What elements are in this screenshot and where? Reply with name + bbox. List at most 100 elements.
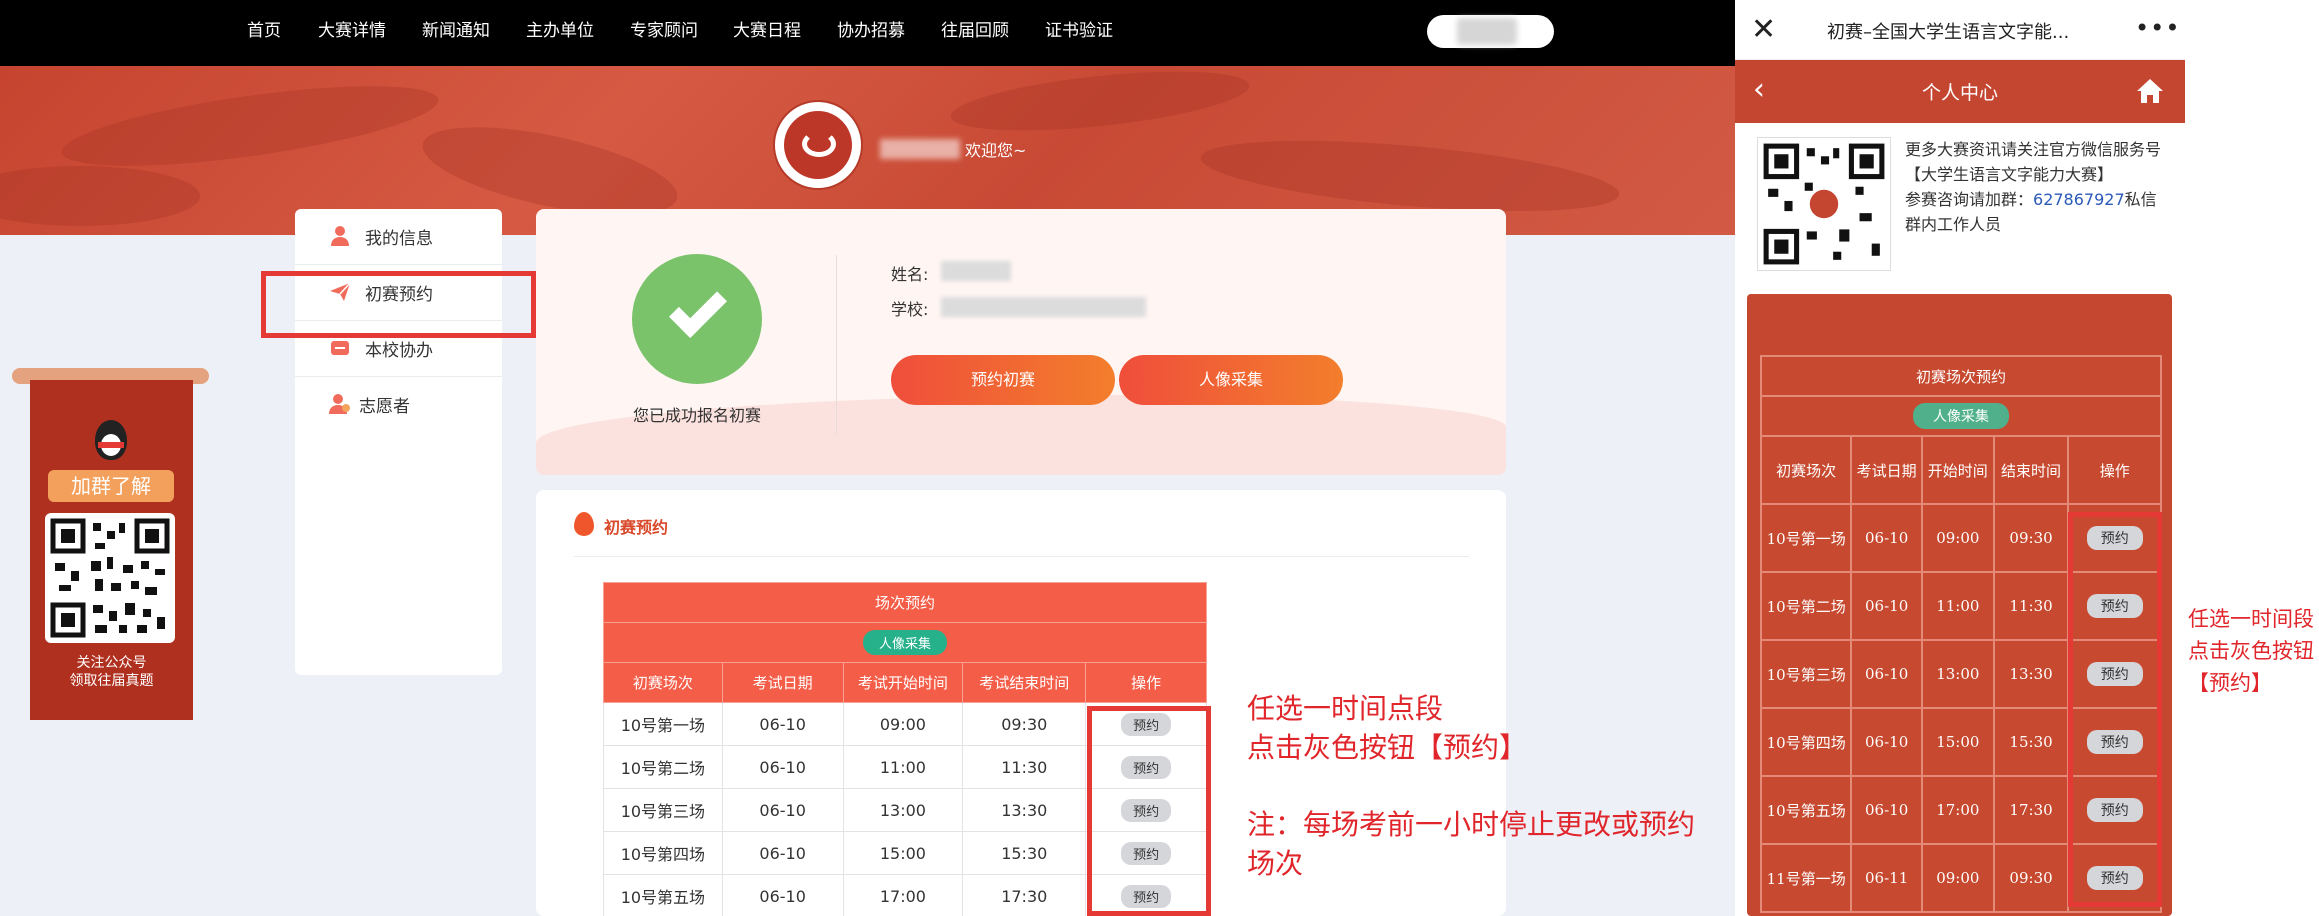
annotation-note1: 注：每场考前一小时停止更改或预约 [1247, 808, 1696, 841]
th-start: 考试开始时间 [842, 662, 964, 703]
mobile-th-action: 操作 [2067, 435, 2162, 505]
mobile-header-title: 个人中心 [1921, 82, 1998, 104]
nav-certificate-verify[interactable]: 证书验证 [1045, 0, 1113, 66]
cell-start: 11:00 [842, 745, 964, 789]
cell-session: 10号第四场 [603, 831, 723, 875]
mobile-info: 更多大赛资讯请关注官方微信服务号【大学生语言文字能力大赛】 参赛咨询请加群：62… [1905, 137, 2170, 237]
mobile-th-start: 开始时间 [1920, 435, 1995, 505]
mobile-th-session: 初赛场次 [1759, 435, 1853, 505]
cell-end: 11:30 [962, 745, 1087, 789]
cell-date: 06-10 [1850, 503, 1923, 573]
nav-contest-details[interactable]: 大赛详情 [318, 0, 386, 66]
cell-session: 10号第五场 [603, 874, 723, 916]
cell-end: 09:30 [1992, 503, 2070, 573]
cell-date: 06-10 [721, 874, 844, 916]
cell-end: 17:30 [1992, 775, 2070, 845]
annotation-line1: 任选一时间点段 [1247, 692, 1444, 725]
nav-organizers[interactable]: 主办单位 [526, 0, 594, 66]
profile-card: 您已成功报名初赛 姓名: 学校: 预约初赛 人像采集 [536, 209, 1506, 475]
name-label: 姓名: [891, 265, 929, 284]
group-number-link[interactable]: 627867927 [2033, 190, 2125, 209]
cell-end: 13:30 [962, 788, 1087, 832]
highlight-box-sidebar [261, 271, 536, 338]
nav-past-review[interactable]: 往届回顾 [941, 0, 1009, 66]
mobile-th-end: 结束时间 [1992, 435, 2070, 505]
cell-session: 10号第四场 [1759, 707, 1853, 777]
cell-session: 11号第一场 [1759, 843, 1853, 913]
cell-date: 06-11 [1850, 843, 1923, 913]
cell-end: 09:30 [1992, 843, 2070, 913]
cell-start: 17:00 [842, 874, 964, 916]
success-check-icon [632, 254, 762, 384]
cell-end: 11:30 [1992, 571, 2070, 641]
user-account-pill[interactable] [1427, 15, 1554, 48]
cell-end: 13:30 [1992, 639, 2070, 709]
nav-home[interactable]: 首页 [247, 0, 281, 66]
mobile-qr-code [1757, 137, 1891, 271]
cell-date: 06-10 [721, 702, 844, 746]
school-label: 学校: [891, 300, 929, 319]
sidebar-item-volunteer[interactable]: 志愿者 [295, 377, 502, 433]
th-end: 考试结束时间 [962, 662, 1087, 703]
mobile-highlight-box [2068, 512, 2162, 907]
right-annotation-l1: 任选一时间段 [2188, 607, 2314, 631]
volunteer-icon [329, 394, 350, 414]
mobile-window-title: 初赛–全国大学生语言文字能... [1827, 22, 2070, 43]
mobile-window: ✕ 初赛–全国大学生语言文字能... ••• ‹ 个人中心 更多大赛资讯请关注官… [1735, 0, 2185, 916]
cell-date: 06-10 [1850, 707, 1923, 777]
sidebar-label: 志愿者 [359, 397, 410, 417]
more-options-icon[interactable]: ••• [2135, 14, 2180, 42]
join-group-button[interactable]: 加群了解 [48, 470, 174, 502]
reserve-prelim-button[interactable]: 预约初赛 [891, 355, 1115, 405]
name-value-blurred [941, 261, 1011, 281]
sidebar-item-my-info[interactable]: 我的信息 [295, 209, 502, 265]
mobile-info-consult: 参赛咨询请加群： [1905, 190, 2034, 209]
cell-session: 10号第二场 [603, 745, 723, 789]
highlight-box-reserve-column [1087, 706, 1211, 916]
close-icon[interactable]: ✕ [1751, 12, 1776, 47]
th-date: 考试日期 [721, 662, 844, 703]
cell-date: 06-10 [1850, 639, 1923, 709]
annotation-line2: 点击灰色按钮【预约】 [1247, 731, 1528, 764]
cell-date: 06-10 [721, 831, 844, 875]
username-blurred [880, 139, 960, 159]
nav-schedule[interactable]: 大赛日程 [733, 0, 801, 66]
cell-start: 09:00 [842, 702, 964, 746]
registration-status: 您已成功报名初赛 [632, 406, 761, 425]
right-annotation-l2: 点击灰色按钮 [2188, 639, 2314, 663]
cell-start: 15:00 [1920, 707, 1995, 777]
cell-start: 17:00 [1920, 775, 1995, 845]
annotation-note2: 场次 [1247, 847, 1304, 880]
mobile-photo-capture-button[interactable]: 人像采集 [1913, 403, 2009, 429]
cell-start: 11:00 [1920, 571, 1995, 641]
cell-start: 09:00 [1920, 843, 1995, 913]
mobile-table-caption: 初赛场次预约 [1760, 355, 2162, 397]
school-value-blurred [941, 297, 1146, 317]
mobile-title-bar: ✕ 初赛–全国大学生语言文字能... ••• [1735, 0, 2185, 60]
mobile-th-date: 考试日期 [1850, 435, 1923, 505]
cell-end: 15:30 [1992, 707, 2070, 777]
right-annotation-area [2185, 0, 2319, 916]
cell-start: 09:00 [1920, 503, 1995, 573]
mobile-header: ‹ 个人中心 [1735, 60, 2185, 123]
nav-news[interactable]: 新闻通知 [422, 0, 490, 66]
nav-co-organizer-recruit[interactable]: 协办招募 [837, 0, 905, 66]
cell-end: 15:30 [962, 831, 1087, 875]
section-title: 初赛预约 [604, 518, 669, 537]
welcome-text: 欢迎您~ [965, 141, 1027, 160]
cell-start: 13:00 [842, 788, 964, 832]
qq-penguin-icon [95, 420, 127, 460]
right-annotation-l3: 【预约】 [2188, 671, 2272, 695]
sidebar-label: 本校协办 [365, 341, 433, 361]
table-photo-capture-button[interactable]: 人像采集 [862, 630, 947, 655]
cell-date: 06-10 [721, 788, 844, 832]
cell-session: 10号第一场 [603, 702, 723, 746]
home-icon[interactable] [2135, 77, 2165, 105]
cell-date: 06-10 [721, 745, 844, 789]
cell-session: 10号第一场 [1759, 503, 1853, 573]
photo-capture-button[interactable]: 人像采集 [1119, 355, 1343, 405]
user-icon [331, 226, 349, 246]
cell-start: 13:00 [1920, 639, 1995, 709]
nav-experts[interactable]: 专家顾问 [630, 0, 698, 66]
cell-date: 06-10 [1850, 775, 1923, 845]
